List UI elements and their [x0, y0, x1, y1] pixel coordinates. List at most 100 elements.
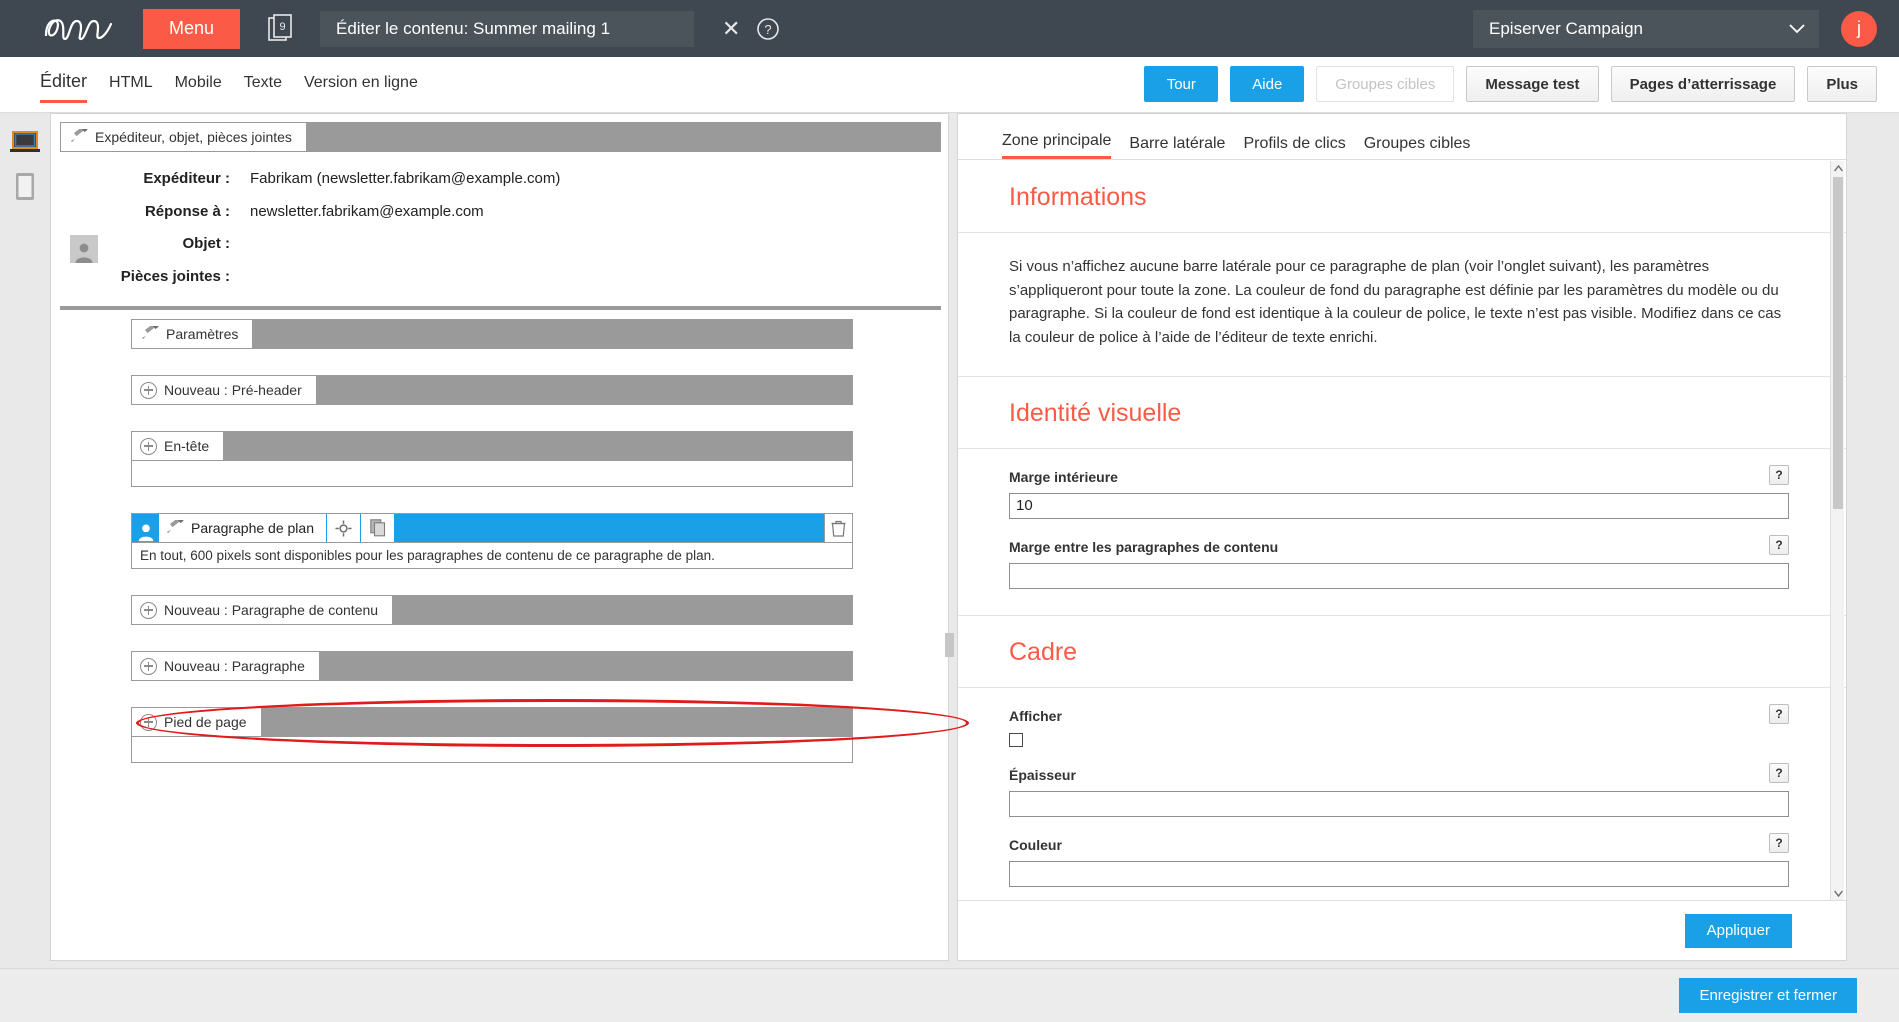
message-test-button[interactable]: Message test — [1466, 66, 1599, 102]
row-pied-de-page[interactable]: Pied de page — [131, 707, 853, 737]
properties-tabs: Zone principale Barre latérale Profils d… — [958, 114, 1846, 160]
help-icon[interactable]: ? — [1769, 762, 1789, 783]
sender-bar-fill[interactable] — [305, 123, 940, 151]
row-parametres-fill[interactable] — [252, 320, 852, 348]
epi-logo-icon[interactable] — [40, 12, 118, 46]
properties-footer: Appliquer — [958, 900, 1846, 960]
epaisseur-input[interactable] — [1009, 790, 1789, 817]
field-afficher-label: Afficher — [1009, 707, 1062, 724]
tab-texte[interactable]: Texte — [244, 74, 282, 92]
tour-button[interactable]: Tour — [1144, 66, 1219, 102]
plus-circle-icon — [140, 657, 157, 675]
row-paragraphe-de-plan[interactable]: Paragraphe de plan — [131, 513, 853, 543]
section-identite-visuelle-body: Marge intérieure ? Marge entre les parag… — [958, 449, 1846, 616]
row-pied-de-page-label: Pied de page — [164, 714, 247, 730]
plus-button[interactable]: Plus — [1807, 66, 1877, 102]
structure-rows: Paramètres Nouveau : Pré-header En-tête … — [131, 319, 853, 789]
document-stack-icon[interactable]: 9 — [267, 13, 297, 45]
row-paragraphe-de-contenu-label: Nouveau : Paragraphe de contenu — [164, 602, 379, 618]
appliquer-button[interactable]: Appliquer — [1684, 913, 1792, 948]
row-preheader-fill[interactable] — [315, 376, 852, 404]
tab-barre-laterale[interactable]: Barre latérale — [1129, 135, 1225, 159]
plus-circle-icon — [140, 437, 157, 455]
row-entete-label: En-tête — [164, 438, 210, 454]
sender-bar-label-group[interactable]: Expéditeur, objet, pièces jointes — [61, 123, 306, 151]
mail-structure-editor: Expéditeur, objet, pièces jointes Expédi… — [50, 113, 969, 961]
row-paragraphe-de-contenu[interactable]: Nouveau : Paragraphe de contenu — [131, 595, 853, 625]
chevron-up-icon[interactable] — [1831, 161, 1845, 175]
document-title-pill[interactable]: Éditer le contenu: Summer mailing 1 — [320, 10, 694, 47]
row-preheader[interactable]: Nouveau : Pré-header — [131, 375, 853, 405]
top-header-bar: Menu 9 Éditer le contenu: Summer mailing… — [0, 0, 1899, 57]
field-couleur: Couleur ? — [1009, 817, 1789, 887]
pages-atterrissage-button[interactable]: Pages d’atterrissage — [1610, 66, 1796, 102]
row-entete-fill[interactable] — [223, 432, 852, 460]
preview-mode-rail — [0, 113, 49, 968]
help-icon[interactable]: ? — [756, 17, 780, 41]
row-nouveau-paragraphe-wrap: Nouveau : Paragraphe — [131, 651, 853, 681]
row-pied-de-page-fill[interactable] — [260, 708, 852, 736]
row-entete-empty-strip — [131, 461, 853, 487]
marge-interieure-input[interactable] — [1009, 492, 1789, 519]
tab-zone-principale[interactable]: Zone principale — [1002, 132, 1112, 159]
section-informations: Informations — [958, 161, 1846, 233]
row-nouveau-paragraphe-label-group[interactable]: Nouveau : Paragraphe — [132, 652, 319, 680]
menu-button[interactable]: Menu — [143, 8, 240, 49]
row-parametres-label: Paramètres — [166, 326, 239, 342]
section-cadre-body: Afficher ? Épaisseur ? Couleur ? — [958, 688, 1846, 900]
row-nouveau-paragraphe-fill[interactable] — [318, 652, 852, 680]
groupes-cibles-button[interactable]: Groupes cibles — [1316, 66, 1455, 102]
row-parametres-label-group[interactable]: Paramètres — [132, 320, 253, 348]
section-cadre-title: Cadre — [1009, 637, 1078, 666]
help-icon[interactable]: ? — [1769, 703, 1789, 724]
tab-version-en-ligne[interactable]: Version en ligne — [304, 74, 418, 92]
panel-splitter-handle[interactable] — [945, 633, 954, 657]
editor-mode-tabs: Éditer HTML Mobile Texte Version en lign… — [40, 71, 418, 103]
topbar-right-group: Episerver Campaign j — [1473, 9, 1877, 48]
row-paragraphe-de-plan-label: Paragraphe de plan — [191, 520, 314, 536]
aide-button[interactable]: Aide — [1230, 66, 1305, 102]
tab-html[interactable]: HTML — [109, 74, 153, 92]
row-pied-de-page-label-group[interactable]: Pied de page — [132, 708, 261, 736]
help-icon[interactable]: ? — [1769, 534, 1789, 555]
tab-profils-de-clics[interactable]: Profils de clics — [1243, 135, 1345, 159]
app-selector-dropdown[interactable]: Episerver Campaign — [1473, 9, 1819, 48]
sender-bar[interactable]: Expéditeur, objet, pièces jointes — [60, 122, 941, 152]
marge-entre-paragraphes-input[interactable] — [1009, 562, 1789, 589]
afficher-checkbox[interactable] — [1009, 732, 1023, 747]
close-icon[interactable]: ✕ — [722, 17, 740, 40]
row-preheader-wrap: Nouveau : Pré-header — [131, 375, 853, 405]
target-icon[interactable] — [326, 514, 360, 542]
reply-to-value: newsletter.fabrikam@example.com — [250, 203, 484, 220]
app-selector-value: Episerver Campaign — [1489, 18, 1644, 38]
desktop-preview-icon[interactable] — [0, 126, 49, 160]
document-title: Éditer le contenu: Summer mailing 1 — [336, 18, 611, 38]
plus-circle-icon — [140, 713, 157, 731]
row-paragraphe-de-plan-label-group[interactable]: Paragraphe de plan — [159, 514, 326, 542]
row-paragraphe-de-contenu-fill[interactable] — [392, 596, 852, 624]
row-entete[interactable]: En-tête — [131, 431, 853, 461]
row-preheader-label-group[interactable]: Nouveau : Pré-header — [132, 376, 316, 404]
field-epaisseur-label: Épaisseur — [1009, 766, 1076, 783]
svg-text:?: ? — [765, 22, 772, 37]
enregistrer-et-fermer-button[interactable]: Enregistrer et fermer — [1679, 978, 1857, 1013]
row-paragraphe-de-plan-fill[interactable] — [394, 514, 824, 542]
row-nouveau-paragraphe[interactable]: Nouveau : Paragraphe — [131, 651, 853, 681]
couleur-input[interactable] — [1009, 860, 1789, 887]
mobile-preview-icon[interactable] — [0, 170, 49, 204]
scrollbar-thumb[interactable] — [1833, 177, 1843, 509]
row-paragraphe-de-contenu-label-group[interactable]: Nouveau : Paragraphe de contenu — [132, 596, 393, 624]
row-parametres[interactable]: Paramètres — [131, 319, 853, 349]
properties-scrollbar[interactable] — [1830, 161, 1844, 900]
help-icon[interactable]: ? — [1769, 832, 1789, 853]
tab-mobile[interactable]: Mobile — [175, 74, 222, 92]
tab-editer[interactable]: Éditer — [40, 71, 88, 103]
trash-icon[interactable] — [824, 514, 852, 542]
avatar[interactable]: j — [1841, 10, 1877, 47]
copy-icon[interactable] — [360, 514, 394, 542]
tab-groupes-cibles[interactable]: Groupes cibles — [1364, 135, 1471, 159]
help-icon[interactable]: ? — [1769, 464, 1789, 485]
row-preheader-label: Nouveau : Pré-header — [164, 382, 302, 398]
row-entete-label-group[interactable]: En-tête — [132, 432, 224, 460]
chevron-down-icon[interactable] — [1831, 886, 1845, 900]
